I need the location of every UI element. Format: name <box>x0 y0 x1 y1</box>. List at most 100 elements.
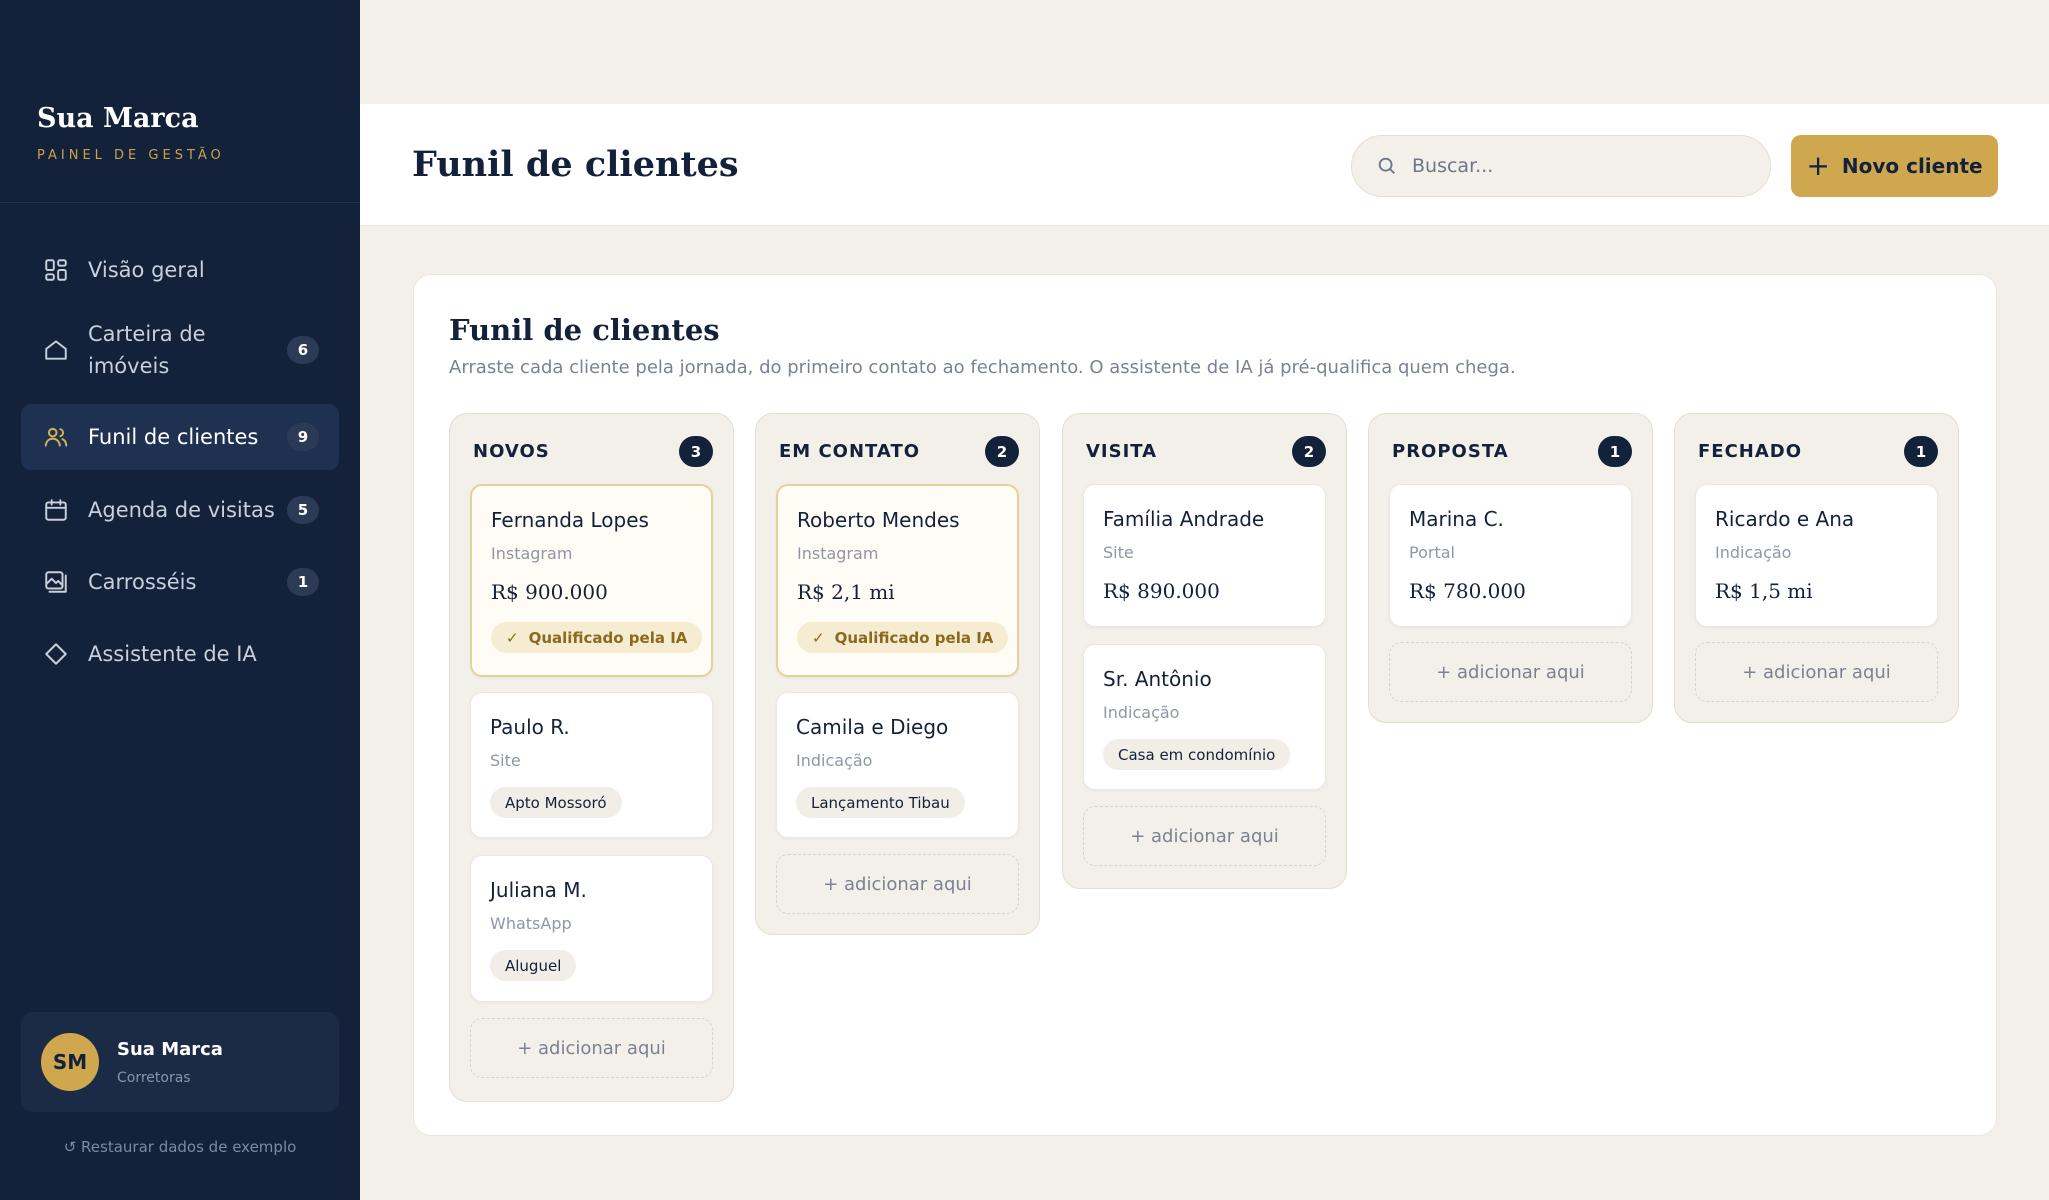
client-card[interactable]: Juliana M. WhatsApp Aluguel <box>470 855 713 1002</box>
new-client-label: Novo cliente <box>1841 154 1983 178</box>
client-card[interactable]: Roberto Mendes Instagram R$ 2,1 mi ✓ Qual… <box>776 484 1019 677</box>
brand-name: Sua Marca <box>37 103 199 134</box>
client-name: Paulo R. <box>490 715 570 739</box>
client-source: Portal <box>1409 543 1455 562</box>
nav-label: Agenda de visitas <box>88 498 275 522</box>
client-source: Indicação <box>796 751 873 770</box>
client-value: R$ 1,5 mi <box>1715 579 1813 603</box>
nav-label: Funil de clientes <box>88 425 259 449</box>
ai-qualified-label: Qualificado pela IA <box>528 628 688 647</box>
nav-item-carrosseis[interactable]: Carrosséis 1 <box>21 550 339 614</box>
client-source: Instagram <box>491 544 573 563</box>
client-name: Sr. Antônio <box>1103 667 1212 691</box>
add-client-slot[interactable]: + adicionar aqui <box>470 1018 713 1078</box>
column-header: NOVOS 3 <box>473 436 713 467</box>
panel-subtitle: Arraste cada cliente pela jornada, do pr… <box>449 357 1516 378</box>
user-role: Corretoras <box>117 1069 191 1086</box>
divider <box>0 202 360 203</box>
client-card[interactable]: Paulo R. Site Apto Mossoró <box>470 692 713 838</box>
column-header: EM CONTATO 2 <box>779 436 1019 467</box>
column-count: 2 <box>1292 436 1326 467</box>
calendar-icon <box>39 493 73 527</box>
nav-item-visao-geral[interactable]: Visão geral <box>21 238 339 302</box>
column-count: 1 <box>1904 436 1938 467</box>
check-icon: ✓ <box>506 628 519 647</box>
add-client-slot[interactable]: + adicionar aqui <box>1389 642 1632 702</box>
column-count: 1 <box>1598 436 1632 467</box>
add-client-slot[interactable]: + adicionar aqui <box>1083 806 1326 866</box>
nav-item-assistente-ia[interactable]: Assistente de IA <box>21 622 339 686</box>
column-visita: VISITA 2 Família Andrade Site R$ 890.000… <box>1062 413 1347 889</box>
client-name: Família Andrade <box>1103 507 1265 531</box>
client-card[interactable]: Família Andrade Site R$ 890.000 <box>1083 484 1326 627</box>
client-name: Fernanda Lopes <box>491 508 649 532</box>
ai-qualified-label: Qualificado pela IA <box>834 628 994 647</box>
nav-label: Carteira de imóveis <box>88 322 206 378</box>
check-icon: ✓ <box>812 628 825 647</box>
nav-label: Carrosséis <box>88 570 197 594</box>
add-client-slot[interactable]: + adicionar aqui <box>1695 642 1938 702</box>
panel-title: Funil de clientes <box>449 313 720 347</box>
interest-tag: Lançamento Tibau <box>796 787 965 818</box>
nav-label: Visão geral <box>88 258 205 282</box>
column-em-contato: EM CONTATO 2 Roberto Mendes Instagram R$… <box>755 413 1040 935</box>
client-card[interactable]: Marina C. Portal R$ 780.000 <box>1389 484 1632 627</box>
avatar: SM <box>41 1033 99 1091</box>
nav-item-agenda-visitas[interactable]: Agenda de visitas 5 <box>21 478 339 542</box>
nav-badge: 6 <box>287 336 319 364</box>
column-proposta: PROPOSTA 1 Marina C. Portal R$ 780.000 +… <box>1368 413 1653 723</box>
column-count: 2 <box>985 436 1019 467</box>
nav-item-funil-clientes[interactable]: Funil de clientes 9 <box>21 404 339 470</box>
user-card[interactable]: SM Sua Marca Corretoras <box>21 1012 339 1112</box>
user-name: Sua Marca <box>117 1038 223 1060</box>
brand: Sua Marca PAINEL DE GESTÃO <box>37 103 225 163</box>
search-input[interactable] <box>1412 155 1732 177</box>
column-header: PROPOSTA 1 <box>1392 436 1632 467</box>
client-value: R$ 2,1 mi <box>797 580 895 604</box>
client-card[interactable]: Camila e Diego Indicação Lançamento Tiba… <box>776 692 1019 838</box>
client-value: R$ 900.000 <box>491 580 608 604</box>
column-title: PROPOSTA <box>1392 441 1509 462</box>
column-novos: NOVOS 3 Fernanda Lopes Instagram R$ 900.… <box>449 413 734 1102</box>
column-fechado: FECHADO 1 Ricardo e Ana Indicação R$ 1,5… <box>1674 413 1959 723</box>
diamond-icon <box>39 637 73 671</box>
column-header: VISITA 2 <box>1086 436 1326 467</box>
home-icon <box>39 333 73 367</box>
plus-icon: + <box>1806 149 1830 182</box>
interest-tag: Apto Mossoró <box>490 787 622 818</box>
search-box[interactable] <box>1351 135 1771 197</box>
user-info: Sua Marca Corretoras <box>117 1039 223 1086</box>
client-name: Roberto Mendes <box>797 508 960 532</box>
ai-qualified-badge: ✓ Qualificado pela IA <box>491 622 703 653</box>
add-client-slot[interactable]: + adicionar aqui <box>776 854 1019 914</box>
client-name: Ricardo e Ana <box>1715 507 1855 531</box>
page-title: Funil de clientes <box>412 144 739 185</box>
restore-sample-data-link[interactable]: ↺ Restaurar dados de exemplo <box>0 1138 360 1156</box>
client-name: Juliana M. <box>490 878 587 902</box>
nav-label: Assistente de IA <box>88 642 257 666</box>
column-title: EM CONTATO <box>779 441 921 462</box>
top-header: Funil de clientes + Novo cliente <box>360 104 2049 226</box>
client-card[interactable]: Ricardo e Ana Indicação R$ 1,5 mi <box>1695 484 1938 627</box>
kanban-panel: Funil de clientes Arraste cada cliente p… <box>413 274 1997 1136</box>
column-title: NOVOS <box>473 441 550 462</box>
client-source: Instagram <box>797 544 879 563</box>
client-card[interactable]: Sr. Antônio Indicação Casa em condomínio <box>1083 644 1326 790</box>
nav-item-carteira-imoveis[interactable]: Carteira de imóveis 6 <box>21 314 339 386</box>
users-icon <box>39 420 73 454</box>
client-source: Indicação <box>1715 543 1792 562</box>
interest-tag: Casa em condomínio <box>1103 739 1291 770</box>
client-name: Camila e Diego <box>796 715 949 739</box>
client-value: R$ 890.000 <box>1103 579 1220 603</box>
client-card[interactable]: Fernanda Lopes Instagram R$ 900.000 ✓ Qua… <box>470 484 713 677</box>
new-client-button[interactable]: + Novo cliente <box>1791 135 1998 197</box>
nav-badge: 1 <box>287 568 319 596</box>
ai-qualified-badge: ✓ Qualificado pela IA <box>797 622 1009 653</box>
client-value: R$ 780.000 <box>1409 579 1526 603</box>
client-source: Site <box>490 751 521 770</box>
brand-subtitle: PAINEL DE GESTÃO <box>37 148 225 163</box>
client-source: WhatsApp <box>490 914 572 933</box>
nav-badge: 5 <box>287 496 319 524</box>
grid-icon <box>39 253 73 287</box>
column-count: 3 <box>679 436 713 467</box>
